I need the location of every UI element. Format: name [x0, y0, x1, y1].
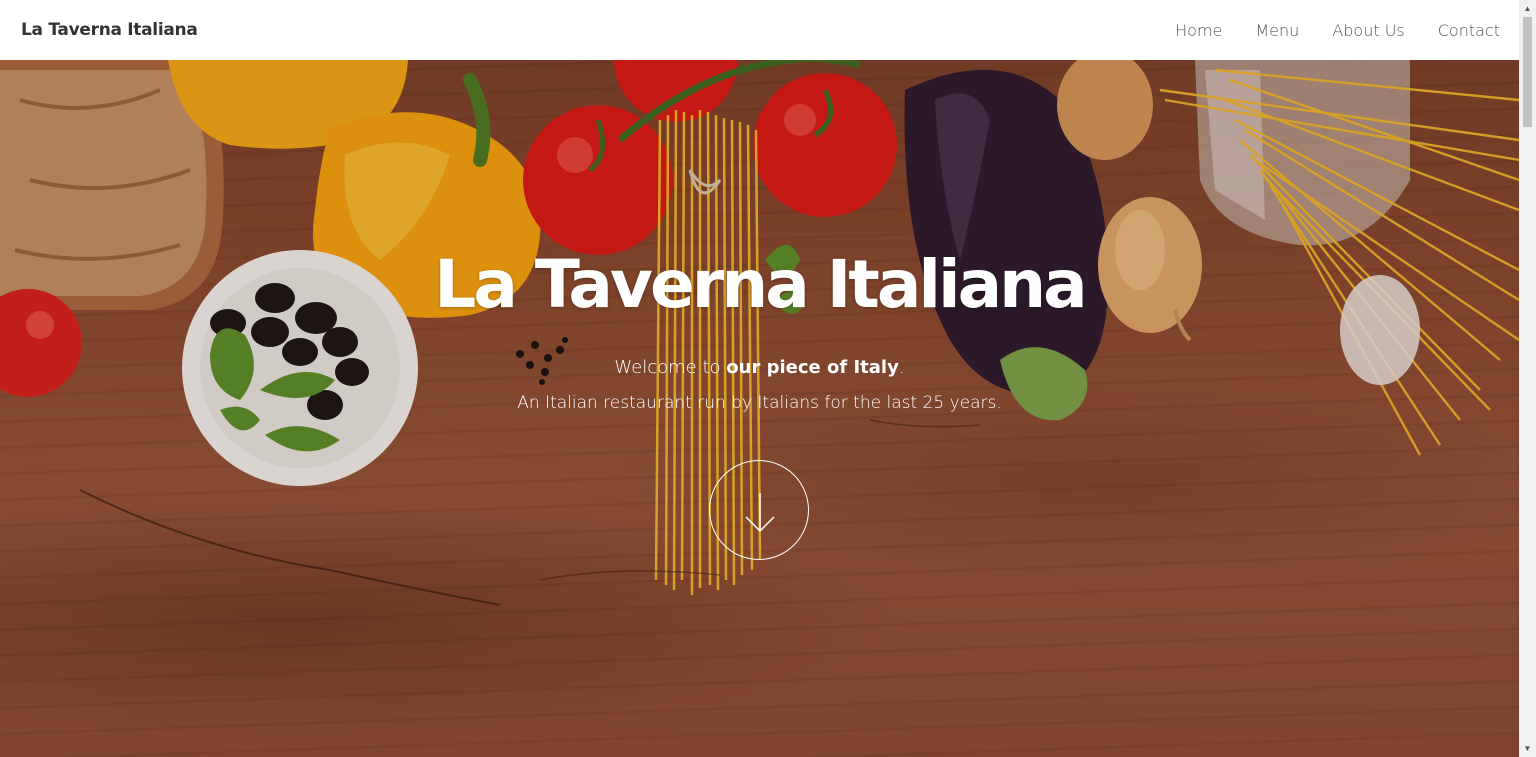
hero-section: La Taverna Italiana Welcome to our piece… — [0, 60, 1519, 757]
welcome-suffix: . — [898, 357, 905, 378]
welcome-bold: our piece of Italy — [726, 357, 899, 378]
nav-links: Home Menu About Us Contact — [1142, 21, 1500, 40]
scroll-down-button[interactable] — [709, 460, 809, 560]
arrow-down-icon — [745, 493, 775, 532]
nav-link-about-us[interactable]: About Us — [1332, 21, 1404, 40]
nav-link-contact[interactable]: Contact — [1438, 21, 1500, 40]
nav-link-home[interactable]: Home — [1175, 21, 1222, 40]
top-navbar: La Taverna Italiana Home Menu About Us C… — [0, 0, 1519, 60]
welcome-prefix: Welcome to — [614, 357, 727, 378]
hero-tagline: An Italian restaurant run by Italians fo… — [517, 393, 1002, 413]
triangle-down-icon[interactable]: ▼ — [1519, 740, 1536, 757]
triangle-up-icon[interactable]: ▲ — [1519, 0, 1536, 17]
nav-link-menu[interactable]: Menu — [1255, 21, 1299, 40]
brand-logo-link[interactable]: La Taverna Italiana — [21, 20, 198, 40]
hero-welcome-text: Welcome to our piece of Italy. — [0, 357, 1519, 378]
page-scrollbar[interactable]: ▲ ▼ — [1519, 0, 1536, 757]
hero-title: La Taverna Italiana — [434, 246, 1087, 323]
scrollbar-thumb[interactable] — [1523, 17, 1532, 127]
